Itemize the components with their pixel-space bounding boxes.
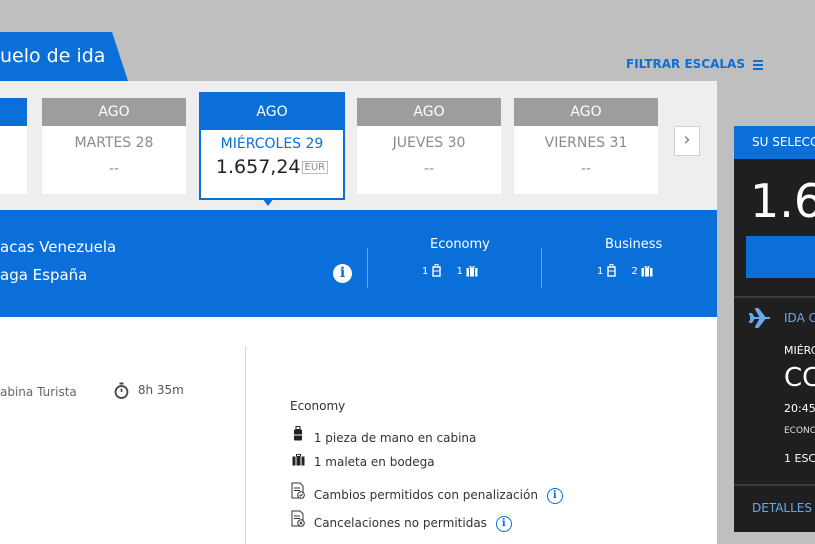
date-card-previous[interactable]	[0, 98, 27, 194]
checked-bag-count: 1	[456, 266, 463, 277]
class-economy-label[interactable]: Economy	[430, 237, 490, 252]
condition-text: 1 pieza de mano en cabina	[313, 431, 477, 445]
condition-text: Cambios permitidos con penalización	[313, 488, 538, 502]
continue-button[interactable]	[746, 236, 815, 278]
condition-text: Cancelaciones no permitidas	[313, 516, 487, 530]
divider	[734, 484, 815, 486]
selected-pointer	[262, 198, 274, 206]
route-destination: aga España	[0, 266, 88, 284]
summary-title: SU SELECCIÓN	[734, 126, 815, 159]
date-price: --	[108, 161, 120, 177]
divider	[367, 248, 368, 288]
date-month: AGO	[42, 98, 186, 126]
tab-title: uelo de ida	[0, 45, 106, 67]
date-month: AGO	[201, 94, 343, 130]
date-day: MARTES 28	[74, 135, 154, 151]
fare-name: Economy	[290, 399, 346, 413]
next-dates-button[interactable]: ›	[674, 126, 700, 156]
details-link[interactable]: DETALLES	[752, 501, 812, 515]
checked-bag-count: 2	[631, 266, 638, 277]
checked-bag-icon	[466, 265, 478, 276]
condition-text: 1 maleta en bodega	[313, 455, 435, 469]
info-icon[interactable]: i	[546, 487, 563, 504]
condition-changes: Cambios permitidos con penalización i	[290, 482, 563, 504]
outbound-day: MIÉRCOLES	[784, 344, 815, 357]
route-header: acas Venezuela aga España i Economy 1 1 …	[0, 210, 717, 317]
date-card-fri-31[interactable]: AGO VIERNES 31 --	[514, 98, 658, 194]
date-price: --	[423, 161, 435, 177]
airplane-icon	[749, 308, 770, 328]
date-month: AGO	[357, 98, 501, 126]
date-day: MIÉRCOLES 29	[220, 136, 324, 152]
fare-class: ECONOMY	[784, 426, 815, 436]
divider	[541, 248, 542, 288]
date-day: VIERNES 31	[544, 135, 628, 151]
checked-bag-icon	[290, 453, 306, 470]
carry-on-bag-icon	[431, 264, 441, 277]
menu-icon	[753, 58, 764, 72]
carry-on-bag-icon	[290, 426, 306, 446]
carry-on-count: 1	[597, 266, 604, 277]
checked-bag-icon	[641, 265, 653, 276]
divider	[734, 296, 815, 298]
date-day: JUEVES 30	[392, 135, 466, 151]
departure-time: 20:45	[784, 402, 815, 415]
date-price: 1.657,24 EUR	[201, 156, 343, 178]
stopwatch-icon	[114, 382, 129, 399]
date-card-wed-29-selected[interactable]: AGO MIÉRCOLES 29 1.657,24 EUR	[199, 92, 345, 200]
document-check-icon	[290, 482, 306, 503]
economy-luggage: 1 1	[422, 264, 478, 278]
condition-cancellation: Cancelaciones no permitidas i	[290, 510, 512, 532]
condition-carry-on: 1 pieza de mano en cabina	[290, 426, 476, 446]
date-card-thu-30[interactable]: AGO JUEVES 30 --	[357, 98, 501, 194]
flight-duration: 8h 35m	[114, 382, 184, 399]
date-card-tue-28[interactable]: AGO MARTES 28 --	[42, 98, 186, 194]
summary-price: 1.657	[750, 174, 815, 228]
outbound-label: IDA CON	[784, 311, 815, 325]
chevron-right-icon: ›	[683, 129, 691, 150]
selection-summary: SU SELECCIÓN 1.657 IDA CON MIÉRCOLES CC …	[734, 126, 815, 532]
cabin-type: abina Turista	[0, 385, 77, 399]
business-luggage: 1 2	[597, 264, 653, 278]
info-icon[interactable]: i	[333, 264, 352, 283]
airport-code: CC	[784, 363, 815, 393]
currency-label: EUR	[301, 161, 329, 174]
filter-stops-button[interactable]: FILTRAR ESCALAS	[626, 57, 764, 72]
filter-stops-label: FILTRAR ESCALAS	[626, 57, 745, 71]
document-cancel-icon	[290, 510, 306, 531]
class-business-label[interactable]: Business	[605, 237, 662, 252]
carry-on-count: 1	[422, 266, 429, 277]
condition-checked: 1 maleta en bodega	[290, 453, 435, 470]
info-icon[interactable]: i	[495, 515, 512, 532]
carry-on-bag-icon	[606, 264, 616, 277]
divider	[245, 346, 246, 544]
outbound-flight-tab[interactable]: uelo de ida	[0, 32, 128, 81]
price-integer: 1.657	[215, 156, 271, 178]
date-price: --	[580, 161, 592, 177]
date-month: AGO	[514, 98, 658, 126]
price-decimals: ,24	[270, 156, 301, 178]
duration-value: 8h 35m	[137, 383, 184, 397]
stops-count: 1 ESCALA	[784, 452, 815, 465]
route-origin: acas Venezuela	[0, 238, 117, 256]
